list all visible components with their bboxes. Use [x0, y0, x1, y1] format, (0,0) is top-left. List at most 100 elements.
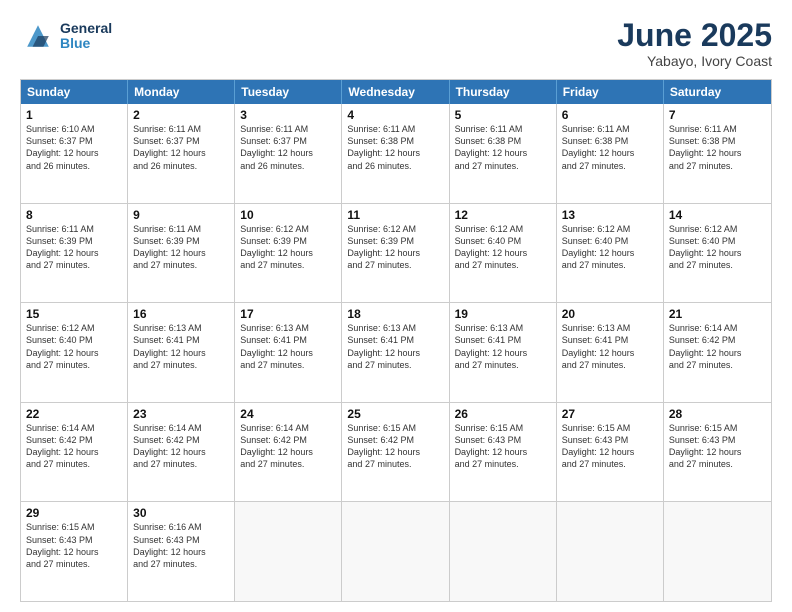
cell-text-15: Sunrise: 6:12 AMSunset: 6:40 PMDaylight:… [26, 322, 122, 371]
subtitle: Yabayo, Ivory Coast [617, 53, 772, 69]
cell-3: 3 Sunrise: 6:11 AMSunset: 6:37 PMDayligh… [235, 104, 342, 203]
cell-text-1: Sunrise: 6:10 AMSunset: 6:37 PMDaylight:… [26, 123, 122, 172]
day-num-20: 20 [562, 307, 658, 321]
cell-6: 6 Sunrise: 6:11 AMSunset: 6:38 PMDayligh… [557, 104, 664, 203]
cell-empty-2 [342, 502, 449, 601]
cell-text-24: Sunrise: 6:14 AMSunset: 6:42 PMDaylight:… [240, 422, 336, 471]
cell-text-26: Sunrise: 6:15 AMSunset: 6:43 PMDaylight:… [455, 422, 551, 471]
cell-empty-3 [450, 502, 557, 601]
day-num-2: 2 [133, 108, 229, 122]
cell-text-12: Sunrise: 6:12 AMSunset: 6:40 PMDaylight:… [455, 223, 551, 272]
cell-text-2: Sunrise: 6:11 AMSunset: 6:37 PMDaylight:… [133, 123, 229, 172]
cell-14: 14 Sunrise: 6:12 AMSunset: 6:40 PMDaylig… [664, 204, 771, 303]
cell-empty-1 [235, 502, 342, 601]
day-num-24: 24 [240, 407, 336, 421]
cell-text-25: Sunrise: 6:15 AMSunset: 6:42 PMDaylight:… [347, 422, 443, 471]
day-num-28: 28 [669, 407, 766, 421]
day-num-1: 1 [26, 108, 122, 122]
cell-24: 24 Sunrise: 6:14 AMSunset: 6:42 PMDaylig… [235, 403, 342, 502]
cell-text-9: Sunrise: 6:11 AMSunset: 6:39 PMDaylight:… [133, 223, 229, 272]
day-num-7: 7 [669, 108, 766, 122]
cell-5: 5 Sunrise: 6:11 AMSunset: 6:38 PMDayligh… [450, 104, 557, 203]
header: General Blue June 2025 Yabayo, Ivory Coa… [20, 18, 772, 69]
logo-icon [20, 18, 56, 54]
cal-row-1: 1 Sunrise: 6:10 AMSunset: 6:37 PMDayligh… [21, 104, 771, 203]
day-num-18: 18 [347, 307, 443, 321]
cell-text-22: Sunrise: 6:14 AMSunset: 6:42 PMDaylight:… [26, 422, 122, 471]
cell-text-6: Sunrise: 6:11 AMSunset: 6:38 PMDaylight:… [562, 123, 658, 172]
logo-blue-text: Blue [60, 36, 112, 51]
cell-11: 11 Sunrise: 6:12 AMSunset: 6:39 PMDaylig… [342, 204, 449, 303]
cell-29: 29 Sunrise: 6:15 AMSunset: 6:43 PMDaylig… [21, 502, 128, 601]
cell-text-4: Sunrise: 6:11 AMSunset: 6:38 PMDaylight:… [347, 123, 443, 172]
day-num-22: 22 [26, 407, 122, 421]
cell-19: 19 Sunrise: 6:13 AMSunset: 6:41 PMDaylig… [450, 303, 557, 402]
cell-text-3: Sunrise: 6:11 AMSunset: 6:37 PMDaylight:… [240, 123, 336, 172]
header-saturday: Saturday [664, 80, 771, 104]
day-num-11: 11 [347, 208, 443, 222]
cell-empty-4 [557, 502, 664, 601]
day-num-30: 30 [133, 506, 229, 520]
day-num-26: 26 [455, 407, 551, 421]
cell-8: 8 Sunrise: 6:11 AMSunset: 6:39 PMDayligh… [21, 204, 128, 303]
day-num-29: 29 [26, 506, 122, 520]
day-num-27: 27 [562, 407, 658, 421]
day-num-17: 17 [240, 307, 336, 321]
header-thursday: Thursday [450, 80, 557, 104]
cell-28: 28 Sunrise: 6:15 AMSunset: 6:43 PMDaylig… [664, 403, 771, 502]
day-num-19: 19 [455, 307, 551, 321]
cell-1: 1 Sunrise: 6:10 AMSunset: 6:37 PMDayligh… [21, 104, 128, 203]
day-num-10: 10 [240, 208, 336, 222]
header-wednesday: Wednesday [342, 80, 449, 104]
cell-text-10: Sunrise: 6:12 AMSunset: 6:39 PMDaylight:… [240, 223, 336, 272]
cell-26: 26 Sunrise: 6:15 AMSunset: 6:43 PMDaylig… [450, 403, 557, 502]
cell-10: 10 Sunrise: 6:12 AMSunset: 6:39 PMDaylig… [235, 204, 342, 303]
day-num-8: 8 [26, 208, 122, 222]
calendar-header: Sunday Monday Tuesday Wednesday Thursday… [21, 80, 771, 104]
title-block: June 2025 Yabayo, Ivory Coast [617, 18, 772, 69]
cell-text-29: Sunrise: 6:15 AMSunset: 6:43 PMDaylight:… [26, 521, 122, 570]
logo-general-text: General [60, 21, 112, 36]
cell-16: 16 Sunrise: 6:13 AMSunset: 6:41 PMDaylig… [128, 303, 235, 402]
day-num-23: 23 [133, 407, 229, 421]
cal-row-3: 15 Sunrise: 6:12 AMSunset: 6:40 PMDaylig… [21, 302, 771, 402]
cell-text-8: Sunrise: 6:11 AMSunset: 6:39 PMDaylight:… [26, 223, 122, 272]
cell-23: 23 Sunrise: 6:14 AMSunset: 6:42 PMDaylig… [128, 403, 235, 502]
header-sunday: Sunday [21, 80, 128, 104]
logo-label: General Blue [60, 21, 112, 52]
day-num-4: 4 [347, 108, 443, 122]
cal-row-5: 29 Sunrise: 6:15 AMSunset: 6:43 PMDaylig… [21, 501, 771, 601]
cell-30: 30 Sunrise: 6:16 AMSunset: 6:43 PMDaylig… [128, 502, 235, 601]
cell-13: 13 Sunrise: 6:12 AMSunset: 6:40 PMDaylig… [557, 204, 664, 303]
cell-21: 21 Sunrise: 6:14 AMSunset: 6:42 PMDaylig… [664, 303, 771, 402]
cell-15: 15 Sunrise: 6:12 AMSunset: 6:40 PMDaylig… [21, 303, 128, 402]
cell-text-28: Sunrise: 6:15 AMSunset: 6:43 PMDaylight:… [669, 422, 766, 471]
cell-20: 20 Sunrise: 6:13 AMSunset: 6:41 PMDaylig… [557, 303, 664, 402]
cell-27: 27 Sunrise: 6:15 AMSunset: 6:43 PMDaylig… [557, 403, 664, 502]
header-friday: Friday [557, 80, 664, 104]
day-num-21: 21 [669, 307, 766, 321]
header-tuesday: Tuesday [235, 80, 342, 104]
cell-empty-5 [664, 502, 771, 601]
cell-2: 2 Sunrise: 6:11 AMSunset: 6:37 PMDayligh… [128, 104, 235, 203]
cell-text-14: Sunrise: 6:12 AMSunset: 6:40 PMDaylight:… [669, 223, 766, 272]
cell-text-30: Sunrise: 6:16 AMSunset: 6:43 PMDaylight:… [133, 521, 229, 570]
day-num-3: 3 [240, 108, 336, 122]
cell-4: 4 Sunrise: 6:11 AMSunset: 6:38 PMDayligh… [342, 104, 449, 203]
cell-text-18: Sunrise: 6:13 AMSunset: 6:41 PMDaylight:… [347, 322, 443, 371]
calendar-body: 1 Sunrise: 6:10 AMSunset: 6:37 PMDayligh… [21, 104, 771, 601]
cell-text-13: Sunrise: 6:12 AMSunset: 6:40 PMDaylight:… [562, 223, 658, 272]
cell-text-27: Sunrise: 6:15 AMSunset: 6:43 PMDaylight:… [562, 422, 658, 471]
day-num-15: 15 [26, 307, 122, 321]
day-num-16: 16 [133, 307, 229, 321]
page: General Blue June 2025 Yabayo, Ivory Coa… [0, 0, 792, 612]
cal-row-2: 8 Sunrise: 6:11 AMSunset: 6:39 PMDayligh… [21, 203, 771, 303]
day-num-12: 12 [455, 208, 551, 222]
day-num-6: 6 [562, 108, 658, 122]
cell-7: 7 Sunrise: 6:11 AMSunset: 6:38 PMDayligh… [664, 104, 771, 203]
cell-text-11: Sunrise: 6:12 AMSunset: 6:39 PMDaylight:… [347, 223, 443, 272]
day-num-5: 5 [455, 108, 551, 122]
cell-12: 12 Sunrise: 6:12 AMSunset: 6:40 PMDaylig… [450, 204, 557, 303]
day-num-9: 9 [133, 208, 229, 222]
cell-text-17: Sunrise: 6:13 AMSunset: 6:41 PMDaylight:… [240, 322, 336, 371]
